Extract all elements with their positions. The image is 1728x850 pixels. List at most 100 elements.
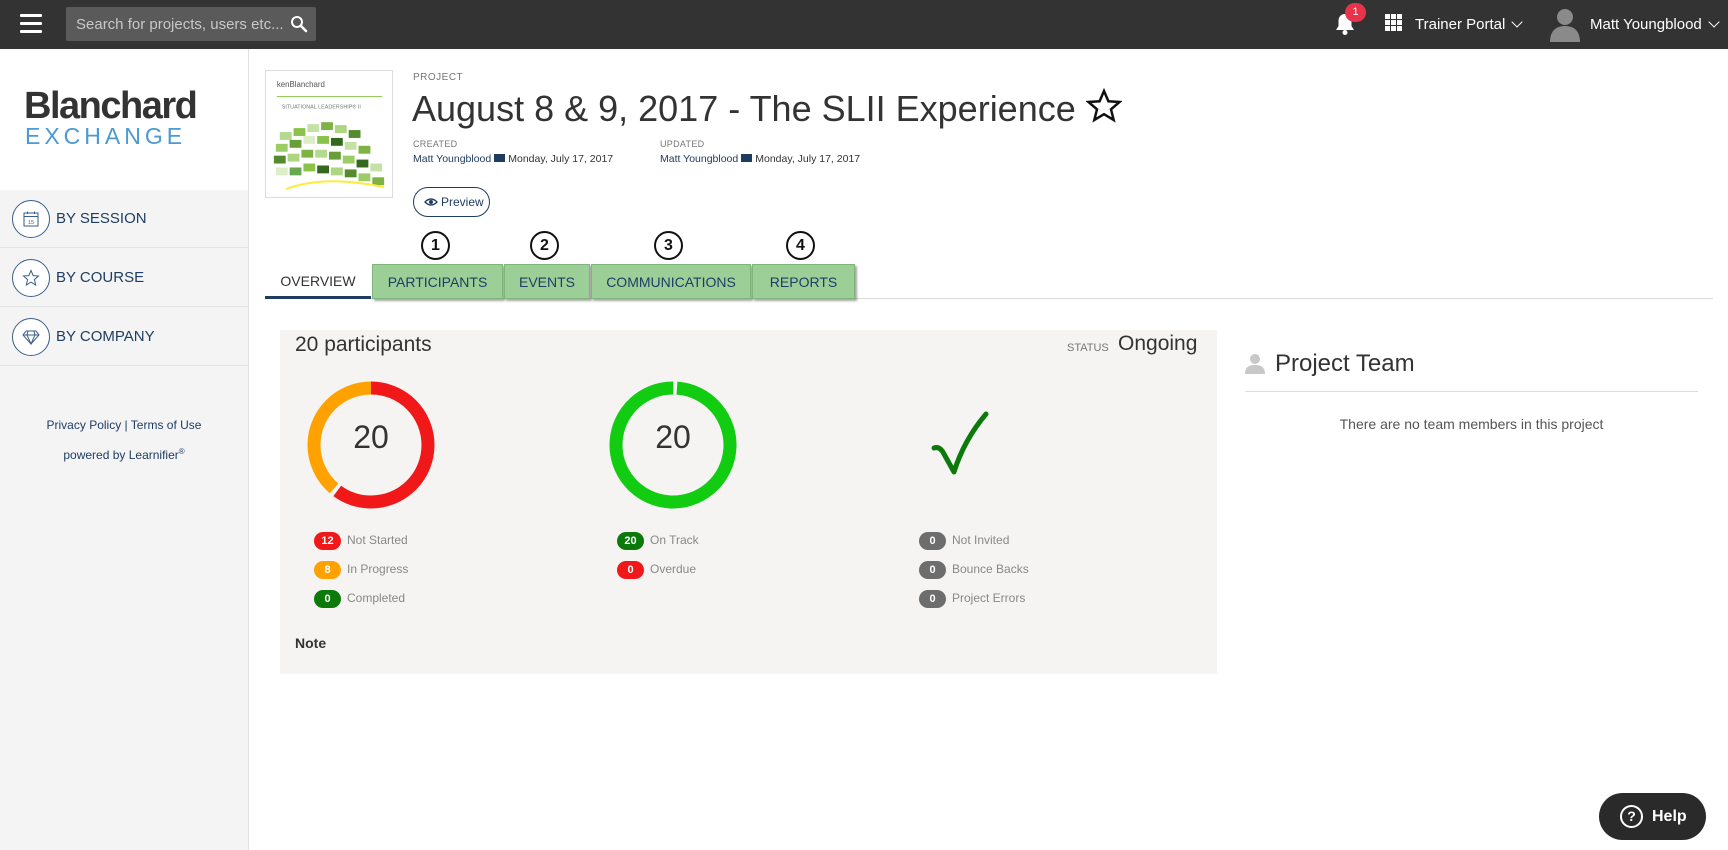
legend-label: Not Started	[347, 533, 408, 547]
count-badge: 0	[919, 561, 946, 579]
tab-label: COMMUNICATIONS	[606, 274, 736, 290]
search-box	[66, 7, 316, 41]
powered-by: powered by Learnifier®	[0, 447, 248, 462]
thumbnail-caption: SITUATIONAL LEADERSHIP® II	[282, 103, 361, 110]
legend-in-progress: 8 In Progress	[314, 561, 408, 579]
legend-label: Overdue	[650, 562, 697, 576]
apps-grid-icon[interactable]	[1385, 14, 1404, 33]
updated-date: Monday, July 17, 2017	[755, 153, 861, 165]
note-heading: Note	[295, 635, 327, 651]
chevron-down-icon	[1708, 16, 1720, 28]
legend-not-invited: 0 Not Invited	[919, 532, 1009, 550]
sidebar-item-label: BY COMPANY	[56, 328, 155, 345]
link-separator: |	[124, 418, 128, 432]
tab-participants[interactable]: PARTICIPANTS	[372, 264, 503, 299]
team-empty-message: There are no team members in this projec…	[1339, 416, 1604, 432]
annotation-number: 3	[654, 231, 683, 260]
sidebar-item-by-session[interactable]: 15 BY SESSION	[0, 190, 248, 248]
legend-completed: 0 Completed	[314, 590, 405, 608]
eye-icon	[424, 198, 438, 206]
legend-overdue: 0 Overdue	[617, 561, 696, 579]
legend-label: Bounce Backs	[952, 562, 1029, 576]
preview-label: Preview	[441, 195, 484, 209]
privacy-policy-link[interactable]: Privacy Policy	[47, 418, 122, 432]
star-icon	[22, 269, 40, 287]
count-badge: 20	[617, 532, 644, 550]
tab-communications[interactable]: COMMUNICATIONS	[591, 264, 751, 299]
favorite-star-icon[interactable]	[1086, 88, 1122, 124]
nav-icon-circle: 15	[12, 200, 50, 238]
count-badge: 0	[617, 561, 644, 579]
tab-overview[interactable]: OVERVIEW	[265, 264, 371, 299]
logo[interactable]: Blanchard EXCHANGE	[0, 49, 248, 190]
project-thumbnail: kenBlanchard SITUATIONAL LEADERSHIP® II	[265, 70, 393, 198]
search-input[interactable]	[66, 7, 284, 41]
overview-stats-panel: 20 participants STATUS Ongoing 20 12 Not …	[280, 330, 1217, 674]
tab-label: REPORTS	[769, 274, 838, 290]
mail-icon[interactable]	[494, 154, 506, 162]
created-label: CREATED	[413, 139, 458, 149]
status-value: Ongoing	[1118, 332, 1198, 355]
count-badge: 0	[919, 532, 946, 550]
legend-bounce-backs: 0 Bounce Backs	[919, 561, 1029, 579]
tab-label: EVENTS	[518, 274, 575, 290]
annotation-number: 2	[530, 231, 559, 260]
mail-icon[interactable]	[741, 154, 753, 162]
help-button[interactable]: ? Help	[1599, 793, 1706, 840]
sidebar-item-label: BY SESSION	[56, 210, 147, 227]
tab-reports[interactable]: REPORTS	[752, 264, 855, 299]
top-navbar: 1 Trainer Portal Matt Youngblood	[0, 0, 1728, 49]
search-icon[interactable]	[290, 15, 308, 33]
created-info: Matt Youngblood Monday, July 17, 2017	[413, 153, 613, 165]
legend-label: Not Invited	[952, 533, 1010, 547]
thumbnail-brand: kenBlanchard	[277, 80, 325, 89]
created-by-link[interactable]: Matt Youngblood	[413, 153, 491, 165]
registered-mark: ®	[178, 447, 185, 456]
tab-label: OVERVIEW	[280, 273, 356, 289]
updated-by-link[interactable]: Matt Youngblood	[660, 153, 738, 165]
user-menu[interactable]: Matt Youngblood	[1590, 16, 1720, 33]
course-cover-image: kenBlanchard SITUATIONAL LEADERSHIP® II	[273, 80, 385, 191]
legend-not-started: 12 Not Started	[314, 532, 408, 550]
avatar[interactable]	[1549, 6, 1581, 42]
logo-wordmark-bottom: EXCHANGE	[25, 123, 187, 149]
participants-count: 20 participants	[295, 333, 432, 356]
help-label: Help	[1652, 808, 1687, 825]
sidebar-item-by-company[interactable]: BY COMPANY	[0, 308, 248, 366]
sidebar-item-by-course[interactable]: BY COURSE	[0, 249, 248, 307]
sidebar: Blanchard EXCHANGE 15 BY SESSION BY COUR…	[0, 49, 249, 850]
count-badge: 12	[314, 532, 341, 550]
page-title: August 8 & 9, 2017 - The SLII Experience	[412, 88, 1076, 129]
created-date: Monday, July 17, 2017	[508, 153, 614, 165]
schedule-total: 20	[655, 419, 691, 455]
question-icon: ?	[1620, 805, 1643, 828]
progress-total: 20	[353, 419, 389, 455]
count-badge: 8	[314, 561, 341, 579]
tab-events[interactable]: EVENTS	[504, 264, 590, 299]
annotation-number: 1	[421, 231, 450, 260]
sidebar-item-label: BY COURSE	[56, 269, 145, 286]
footer-links: Privacy Policy | Terms of Use	[0, 418, 248, 432]
notification-badge[interactable]: 1	[1345, 3, 1366, 22]
calendar-icon: 15	[23, 211, 39, 227]
terms-of-use-link[interactable]: Terms of Use	[131, 418, 202, 432]
legend-label: On Track	[650, 533, 699, 547]
nav-icon-circle	[12, 318, 50, 356]
nav-icon-circle	[12, 259, 50, 297]
portal-label: Trainer Portal	[1415, 16, 1506, 33]
person-icon	[1245, 354, 1265, 374]
status-label: STATUS	[1067, 342, 1109, 354]
team-divider	[1245, 391, 1698, 392]
count-badge: 0	[919, 590, 946, 608]
user-name: Matt Youngblood	[1590, 16, 1702, 33]
diamond-icon	[22, 330, 40, 346]
checkmark-icon	[931, 411, 989, 475]
legend-label: Project Errors	[952, 591, 1026, 605]
project-section-label: PROJECT	[413, 72, 464, 83]
preview-button[interactable]: Preview	[413, 187, 490, 217]
portal-switcher[interactable]: Trainer Portal	[1415, 16, 1523, 33]
powered-by-text: powered by Learnifier	[63, 448, 179, 462]
updated-label: UPDATED	[660, 139, 705, 149]
menu-icon[interactable]	[20, 14, 42, 34]
logo-wordmark-top: Blanchard	[24, 85, 198, 127]
